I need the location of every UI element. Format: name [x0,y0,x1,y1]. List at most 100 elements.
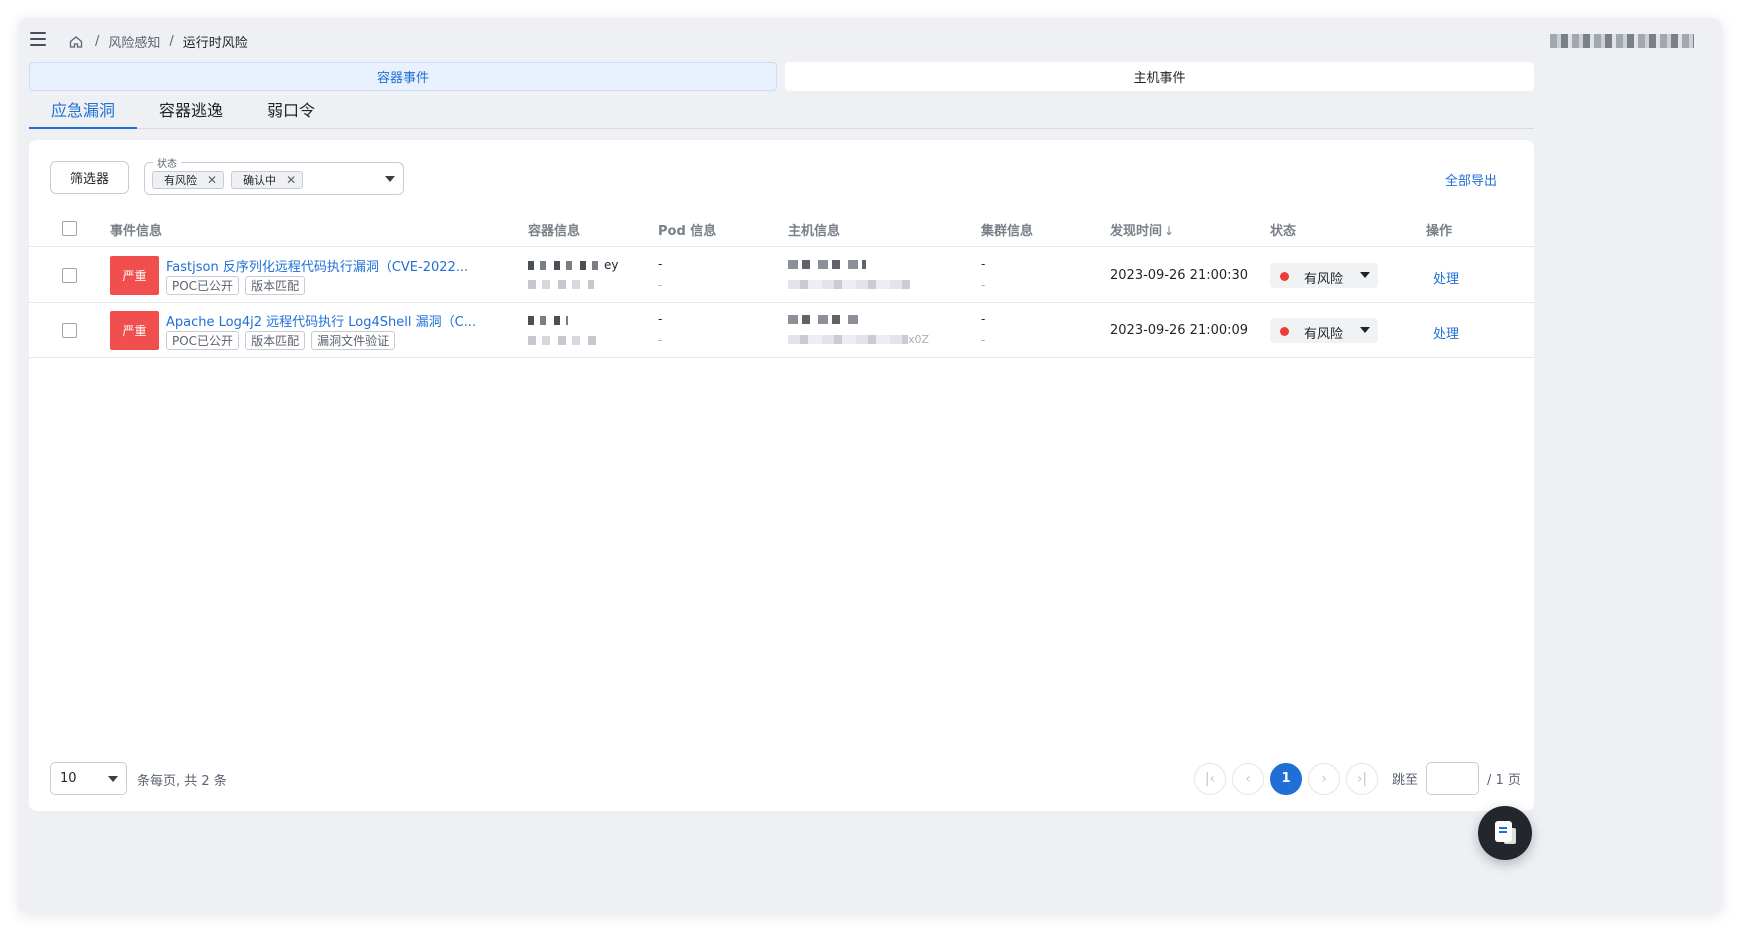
floating-doc-button[interactable] [1478,806,1532,860]
table-row: 严重 Fastjson 反序列化远程代码执行漏洞（CVE-2022... POC… [29,248,1534,303]
container-id-redacted [528,336,598,345]
cluster-name: - [981,312,986,326]
filter-chip-confirming: 确认中 ✕ [231,171,304,189]
caret-down-icon [1360,272,1370,278]
risk-dot-icon [1280,272,1289,281]
cluster-name: - [981,257,986,271]
status-dropdown[interactable]: 有风险 [1270,318,1378,343]
content-panel: 筛选器 状态 有风险 ✕ 确认中 ✕ 全部导出 事件信息 容器信息 Pod 信息… [29,140,1534,860]
page-number-button[interactable]: 1 [1270,762,1302,795]
status-filter-select[interactable]: 状态 有风险 ✕ 确认中 ✕ [144,155,404,195]
first-page-icon[interactable]: |‹ [1194,762,1226,795]
close-icon[interactable]: ✕ [207,173,217,187]
page-size-select[interactable]: 10 [50,762,127,795]
event-title-link[interactable]: Fastjson 反序列化远程代码执行漏洞（CVE-2022... [166,256,468,275]
col-discovery-time[interactable]: 发现时间 ↓ [1110,220,1174,239]
discovery-time: 2023-09-26 21:00:09 [1110,323,1249,338]
pod-name: - [658,257,663,271]
document-icon [1495,821,1512,842]
host-ip-redacted [788,280,910,289]
cluster-id: - [981,333,986,347]
caret-down-icon [1360,327,1370,333]
pod-namespace: - [658,333,663,347]
status-filter-label: 状态 [153,155,181,170]
prev-page-icon[interactable]: ‹ [1232,762,1264,795]
tag: 漏洞文件验证 [311,331,396,350]
table-header: 事件信息 容器信息 Pod 信息 主机信息 集群信息 发现时间 ↓ 状态 操作 [29,210,1534,247]
user-info-redacted[interactable] [1550,34,1694,48]
jump-page-input[interactable] [1426,762,1480,795]
filter-chip-at-risk: 有风险 ✕ [152,171,225,189]
row-checkbox[interactable] [62,268,77,283]
chevron-down-icon [385,176,395,182]
tab-container-escape[interactable]: 容器逃逸 [137,94,245,129]
col-container-info: 容器信息 [528,224,581,239]
risk-dot-icon [1280,327,1289,336]
status-label: 有风险 [1304,272,1344,287]
severity-badge: 严重 [110,311,159,350]
breadcrumb-item-risk-awareness[interactable]: 风险感知 [108,32,160,51]
tag: 版本匹配 [245,276,306,295]
pod-namespace: - [658,278,663,292]
col-status: 状态 [1270,224,1297,239]
tag: 版本匹配 [245,331,306,350]
severity-badge: 严重 [110,256,159,295]
handle-action-link[interactable]: 处理 [1433,268,1459,287]
jump-label: 跳至 [1392,773,1419,788]
container-name-redacted [528,316,568,325]
cluster-id: - [981,278,986,292]
chip-label: 确认中 [243,174,277,187]
col-pod-info: Pod 信息 [658,224,717,239]
event-tags: POC已公开 版本匹配 [166,276,306,295]
caret-down-icon [108,776,118,782]
tag: POC已公开 [166,276,240,295]
host-name-redacted [788,315,860,324]
table-row: 严重 Apache Log4j2 远程代码执行 Log4Shell 漏洞（C..… [29,303,1534,358]
menu-icon[interactable] [30,32,46,46]
breadcrumb-separator: / [95,34,100,49]
status-dropdown[interactable]: 有风险 [1270,263,1378,288]
breadcrumb-current: 运行时风险 [182,36,248,51]
pagination: |‹ ‹ 1 › ›| 跳至 / 1 页 [1194,762,1521,795]
container-id-redacted [528,280,594,289]
col-cluster-info: 集群信息 [981,224,1034,239]
col-action: 操作 [1426,224,1453,239]
select-all-checkbox[interactable] [62,221,77,236]
host-ip-redacted [788,335,908,344]
discovery-time: 2023-09-26 21:00:30 [1110,268,1249,283]
total-pages: / 1 页 [1487,773,1521,788]
event-title-link[interactable]: Apache Log4j2 远程代码执行 Log4Shell 漏洞（C... [166,311,476,330]
close-icon[interactable]: ✕ [286,173,296,187]
col-event-info: 事件信息 [110,224,163,239]
container-name-redacted [528,261,604,270]
status-label: 有风险 [1304,327,1344,342]
home-icon[interactable] [68,34,84,50]
tab-emergency-vuln[interactable]: 应急漏洞 [29,94,138,129]
segment-host-events[interactable]: 主机事件 [785,62,1534,91]
host-name-redacted [788,260,866,269]
container-name-tail: ey [604,258,619,272]
pod-name: - [658,312,663,326]
host-ip-tail: x0Z [908,333,930,346]
next-page-icon[interactable]: › [1308,762,1340,795]
page-size-value: 10 [60,771,77,786]
page-summary: 条每页, 共 2 条 [137,774,227,789]
top-header: / 风险感知 / 运行时风险 [18,18,1722,66]
sort-arrow-icon[interactable]: ↓ [1164,224,1174,238]
handle-action-link[interactable]: 处理 [1433,323,1459,342]
breadcrumb: / 风险感知 / 运行时风险 [68,32,248,51]
tag: POC已公开 [166,331,240,350]
last-page-icon[interactable]: ›| [1346,762,1378,795]
row-checkbox[interactable] [62,323,77,338]
chip-label: 有风险 [164,174,197,187]
filter-button[interactable]: 筛选器 [50,161,129,194]
breadcrumb-separator: / [169,34,174,49]
app-window: / 风险感知 / 运行时风险 容器事件 主机事件 应急漏洞 容器逃逸 弱口令 筛… [18,18,1722,914]
tab-weak-password[interactable]: 弱口令 [245,94,337,129]
tab-bar: 应急漏洞 容器逃逸 弱口令 [29,94,1534,129]
col-discovery-time-label: 发现时间 [1110,224,1163,239]
export-all-link[interactable]: 全部导出 [1445,170,1497,189]
event-tags: POC已公开 版本匹配 漏洞文件验证 [166,331,396,350]
col-host-info: 主机信息 [788,224,841,239]
segment-container-events[interactable]: 容器事件 [29,62,777,91]
